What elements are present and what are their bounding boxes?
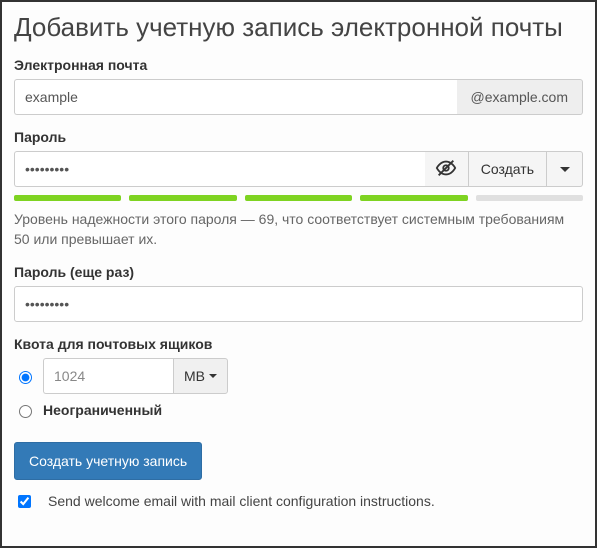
quota-unit-label: MB (184, 368, 205, 384)
chevron-down-icon (560, 167, 570, 172)
quota-limited-radio[interactable] (19, 371, 32, 384)
password-strength-meter (14, 195, 583, 201)
password-confirm-label: Пароль (еще раз) (14, 264, 583, 280)
quota-value-input[interactable] (43, 358, 173, 394)
send-welcome-email-checkbox[interactable] (18, 495, 31, 508)
quota-unlimited-label: Неограниченный (43, 402, 162, 418)
page-title: Добавить учетную запись электронной почт… (14, 12, 583, 43)
eye-off-icon (435, 157, 457, 182)
toggle-password-visibility-button[interactable] (425, 151, 469, 187)
password-confirm-input[interactable] (14, 286, 583, 322)
email-label: Электронная почта (14, 57, 583, 73)
create-account-button[interactable]: Создать учетную запись (14, 442, 202, 480)
quota-unlimited-radio[interactable] (19, 405, 32, 418)
quota-label: Квота для почтовых ящиков (14, 336, 583, 352)
quota-unit-dropdown[interactable]: MB (173, 358, 228, 394)
email-domain-addon: @example.com (457, 79, 583, 115)
password-input[interactable] (14, 151, 425, 187)
chevron-down-icon (209, 374, 217, 378)
send-welcome-email-label: Send welcome email with mail client conf… (48, 493, 435, 509)
password-label: Пароль (14, 129, 583, 145)
password-strength-text: Уровень надежности этого пароля — 69, чт… (14, 209, 583, 250)
generate-password-button[interactable]: Создать (469, 151, 547, 187)
generate-password-dropdown-button[interactable] (547, 151, 583, 187)
email-input[interactable] (14, 79, 457, 115)
